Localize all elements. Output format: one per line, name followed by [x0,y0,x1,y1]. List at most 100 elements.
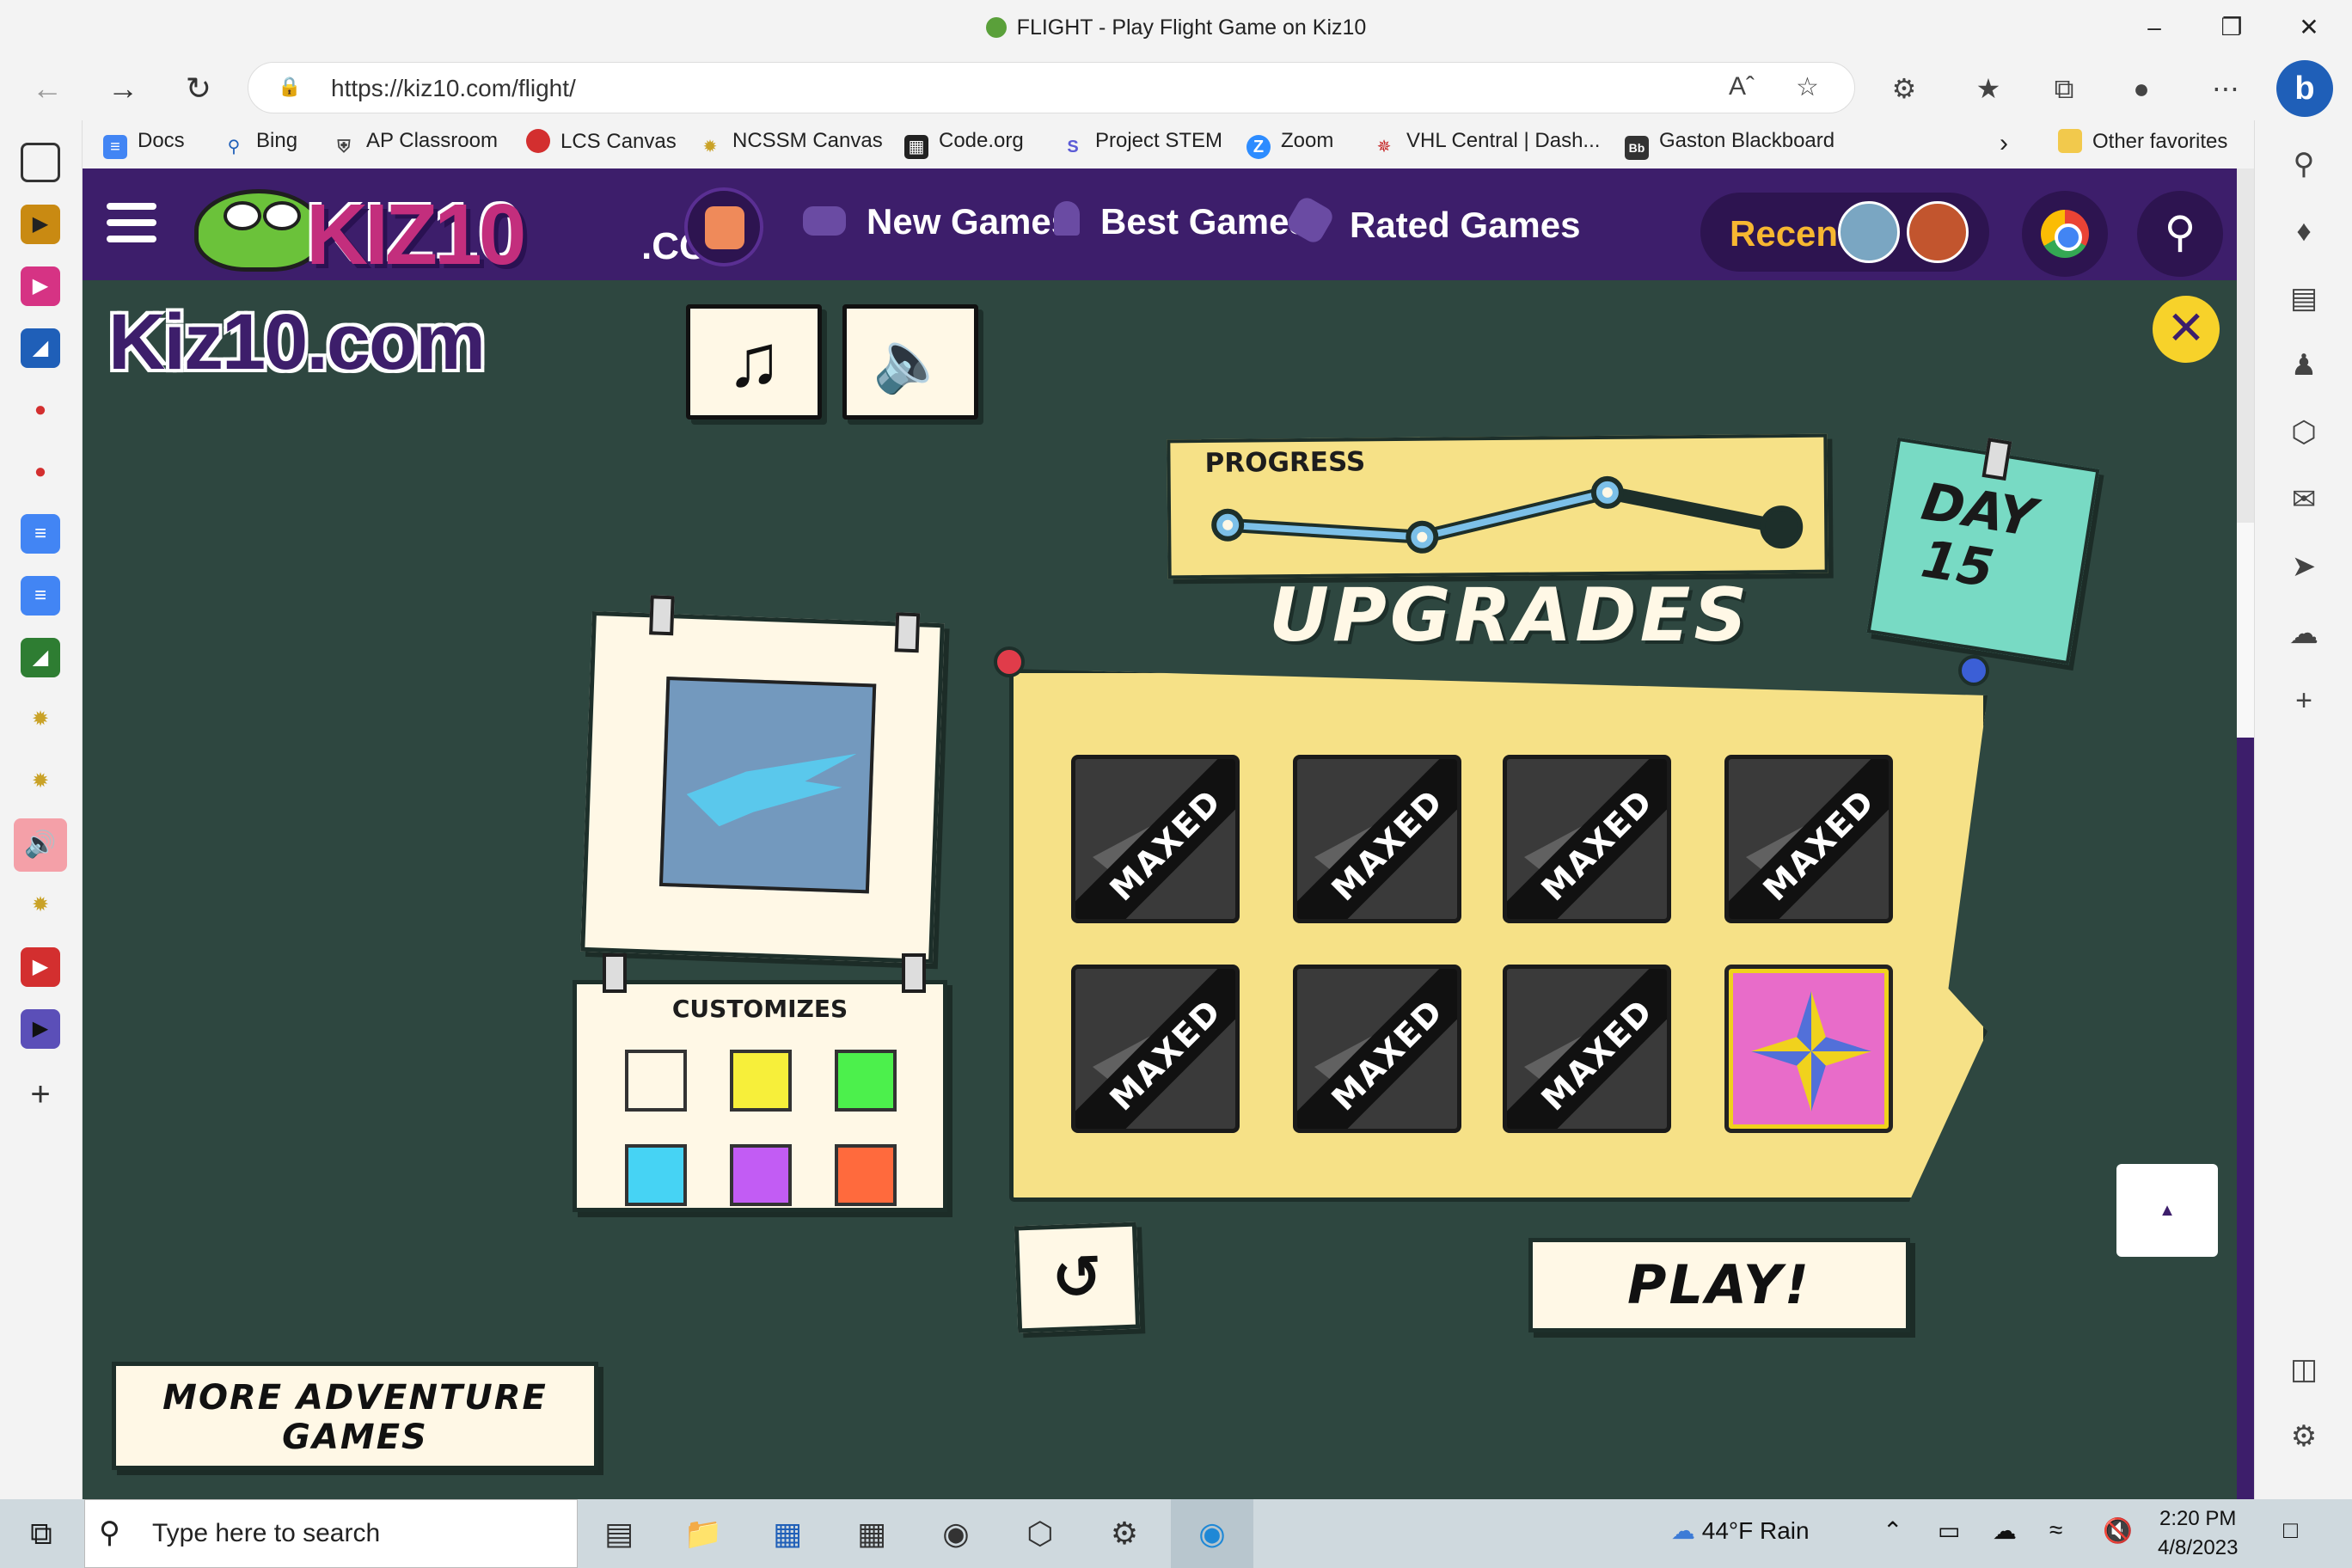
tab-actions-icon[interactable] [21,143,60,182]
tab-video-icon[interactable]: ▶ [21,947,60,987]
file-explorer-icon[interactable]: 📁 [679,1510,727,1558]
tab-apple-icon[interactable]: ● [21,390,60,430]
forward-button[interactable]: → [100,65,146,112]
page-scrollbar[interactable] [2237,168,2254,1499]
tab-video-icon[interactable]: ▶ [21,205,60,244]
site-search-button[interactable]: ⚲ [2137,191,2223,277]
upgrade-slot[interactable] [1724,965,1893,1133]
favorite-code-org[interactable]: ▦ Code.org [904,129,1024,159]
close-window-button[interactable]: ✕ [2283,9,2335,46]
tab-video-icon[interactable]: ▶ [21,1009,60,1049]
store-icon[interactable]: ▦ [763,1510,812,1558]
wifi-icon[interactable]: ≈ [2049,1516,2062,1544]
favorite-vhl-central[interactable]: ✵ VHL Central | Dash... [1372,129,1601,159]
shopping-tag-icon[interactable]: ♦ [2282,210,2325,253]
tab-classroom-icon[interactable]: ◢ [21,638,60,677]
tab-video-icon[interactable]: ▶ [21,266,60,306]
notification-icon[interactable]: □ [2283,1516,2298,1544]
nav-new-games[interactable]: New Games [803,201,1071,242]
play-button[interactable]: PLAY! [1528,1238,1910,1332]
windows-start-icon[interactable]: ⧉ [17,1510,65,1558]
search-icon[interactable]: ⚲ [2282,143,2325,186]
close-game-button[interactable]: ✕ [2153,296,2220,363]
favorite-gaston-blackboard[interactable]: Bb Gaston Blackboard [1625,129,1834,160]
favorite-ap-classroom[interactable]: ⛨ AP Classroom [332,129,498,159]
bing-chat-icon[interactable]: b [2276,60,2333,117]
extensions-icon[interactable]: ⚙ [1881,65,1927,112]
upgrade-slot[interactable]: MAXED [1503,755,1671,923]
recent-games[interactable]: Recent [1700,193,1989,272]
color-swatch[interactable] [625,1144,687,1206]
address-bar[interactable]: 🔒 https://kiz10.com/flight/ Aˆ ☆ [248,62,1855,113]
other-favorites[interactable]: Other favorites [2058,129,2227,154]
favorite-ncssm-canvas[interactable]: ✹ NCSSM Canvas [698,129,883,159]
recent-game-thumbnail[interactable] [1907,201,1969,263]
edge-browser-icon[interactable]: ◉ [1171,1499,1253,1568]
tab-star-icon[interactable]: ✹ [21,700,60,739]
upgrade-slot[interactable]: MAXED [1071,755,1240,923]
add-icon[interactable]: + [2282,679,2325,722]
back-button[interactable]: ← [24,65,70,112]
exit-button[interactable]: ↺ [1014,1222,1141,1333]
favorite-project-stem[interactable]: S Project STEM [1061,129,1222,159]
tab-apple-icon[interactable]: ● [21,452,60,492]
scroll-to-top-button[interactable]: ▲ [2116,1164,2218,1257]
favorite-docs[interactable]: ≡ Docs [103,129,185,159]
tab-active-audio-icon[interactable]: 🔊 [14,818,67,872]
more-options-icon[interactable]: ⋯ [2202,65,2249,112]
settings-gear-icon[interactable]: ⚙ [2282,1415,2325,1458]
kiz10-logo[interactable]: KIZ10 .COM [186,174,753,283]
favorites-overflow-chevron-icon[interactable]: › [2000,129,2008,158]
scrollbar-thumb[interactable] [2237,523,2254,738]
tools-icon[interactable]: ▤ [2282,277,2325,320]
battery-icon[interactable]: ▭ [1938,1516,1960,1545]
upgrade-slot[interactable]: MAXED [1071,965,1240,1133]
login-lock-button[interactable] [684,187,763,266]
hamburger-menu-icon[interactable] [107,203,156,244]
camera-icon[interactable]: ◉ [932,1510,980,1558]
upgrade-slot[interactable]: MAXED [1293,755,1461,923]
read-aloud-icon[interactable]: Aˆ [1729,72,1755,101]
upgrade-slot[interactable]: MAXED [1503,965,1671,1133]
color-swatch[interactable] [730,1050,792,1112]
drop-icon[interactable]: ☁ [2282,612,2325,655]
nav-best-games[interactable]: Best Games [1054,201,1309,242]
recent-game-flight-thumbnail[interactable] [1838,201,1900,263]
tab-star-icon[interactable]: ✹ [21,762,60,801]
calculator-icon[interactable]: ▦ [848,1510,896,1558]
lock-icon[interactable]: 🔒 [278,76,301,100]
games-icon[interactable]: ♟ [2282,344,2325,387]
restore-button[interactable]: ❐ [2206,9,2257,46]
3d-viewer-icon[interactable]: ⬡ [1016,1510,1064,1558]
upgrade-slot[interactable]: MAXED [1724,755,1893,923]
taskbar-search[interactable]: ⚲ Type here to search [84,1499,578,1568]
color-swatch[interactable] [835,1144,897,1206]
onedrive-icon[interactable]: ☁ [1993,1516,2017,1545]
chrome-extension-button[interactable] [2022,191,2108,277]
favorite-zoom[interactable]: Z Zoom [1246,129,1333,159]
outlook-icon[interactable]: ✉ [2282,478,2325,521]
new-tab-icon[interactable]: + [21,1075,60,1114]
url-text[interactable]: https://kiz10.com/flight/ [331,75,576,102]
volume-muted-icon[interactable]: 🔇 [2103,1516,2133,1545]
more-adventure-games-button[interactable]: MORE ADVENTURE GAMES [112,1362,598,1470]
weather-widget[interactable]: ☁ 44°F Rain [1671,1516,1810,1545]
favorite-lcs-canvas[interactable]: LCS Canvas [526,129,677,154]
tab-docs-icon[interactable]: ≡ [21,514,60,554]
task-view-icon[interactable]: ▤ [595,1510,643,1558]
sound-toggle-button[interactable]: 🔈 [842,304,978,420]
tab-docs-icon[interactable]: ≡ [21,576,60,616]
color-swatch[interactable] [625,1050,687,1112]
nav-rated-games[interactable]: Rated Games [1283,193,1580,247]
settings-icon[interactable]: ⚙ [1100,1510,1148,1558]
tab-star-icon[interactable]: ✹ [21,885,60,925]
favorites-icon[interactable]: ★ [1965,65,2012,112]
system-clock[interactable]: 2:20 PM 4/8/2023 [2158,1504,2238,1563]
upgrade-slot[interactable]: MAXED [1293,965,1461,1133]
send-icon[interactable]: ➤ [2282,545,2325,588]
favorite-bing[interactable]: ⚲ Bing [222,129,297,159]
office-icon[interactable]: ⬡ [2282,411,2325,454]
minimize-button[interactable]: – [2128,9,2180,46]
refresh-button[interactable]: ↻ [175,65,222,112]
sidebar-layout-icon[interactable]: ◫ [2282,1348,2325,1391]
